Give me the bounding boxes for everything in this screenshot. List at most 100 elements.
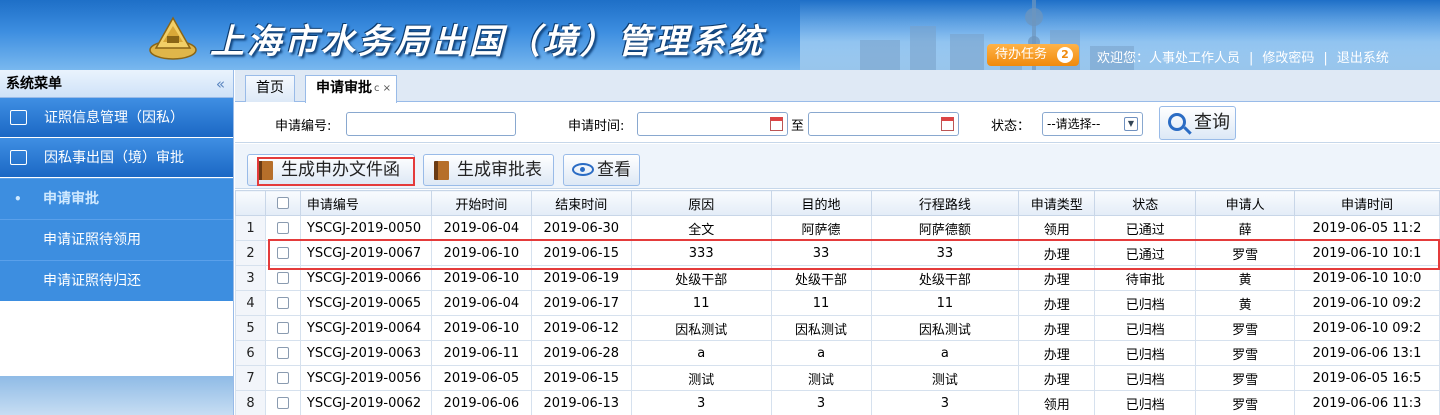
system-title: 上海市水务局出国（境）管理系统 [210, 22, 765, 62]
cell-reason: 测试 [630, 365, 772, 391]
cell-id: YSCGJ-2019-0066 [299, 265, 432, 291]
cell-end: 2019-06-19 [530, 265, 632, 291]
tab-application-approval[interactable]: 申请审批 c × [305, 75, 397, 103]
time-from-input[interactable] [637, 112, 788, 136]
cell-id: YSCGJ-2019-0064 [299, 315, 432, 341]
column-header[interactable]: 状态 [1094, 190, 1197, 216]
column-header[interactable]: 申请时间 [1294, 190, 1440, 216]
calendar-icon[interactable] [770, 117, 783, 131]
cell-route: 33 [870, 240, 1020, 266]
cell-route: 阿萨德额 [870, 215, 1020, 241]
cell-end: 2019-06-30 [530, 215, 632, 241]
link-separator: | [1249, 51, 1254, 66]
cell-reason: 因私测试 [630, 315, 772, 341]
app-header: 上海市水务局出国（境）管理系统 待办任务 2 欢迎您：人事处工作人员 | 修改密码 |… [0, 0, 1440, 70]
cell-applicant: 罗雪 [1195, 340, 1296, 366]
cell-applicant: 黄 [1195, 265, 1296, 291]
cell-start: 2019-06-10 [430, 265, 532, 291]
change-password-link[interactable]: 修改密码 [1262, 47, 1314, 66]
cell-id: YSCGJ-2019-0056 [299, 365, 432, 391]
column-header[interactable]: 行程路线 [870, 190, 1020, 216]
cell-start: 2019-06-11 [430, 340, 532, 366]
sidebar-group-private-travel[interactable]: 因私事出国（境）审批 [0, 138, 233, 178]
sidebar-group-license-info[interactable]: 证照信息管理（因私） [0, 98, 233, 138]
row-number: 3 [235, 265, 266, 291]
calendar-icon[interactable] [941, 117, 954, 131]
row-checkbox[interactable] [264, 365, 301, 391]
query-button[interactable]: 查询 [1159, 106, 1236, 140]
generate-letter-button[interactable]: 生成申办文件函 [247, 154, 415, 186]
cell-status: 已归档 [1094, 365, 1197, 391]
eye-icon [572, 163, 594, 176]
application-time-label: 申请时间: [568, 119, 625, 134]
generate-form-label: 生成审批表 [457, 160, 542, 180]
tab-label: 申请审批 [316, 80, 372, 96]
generate-form-button[interactable]: 生成审批表 [423, 154, 554, 186]
table-row[interactable]: 1 YSCGJ-2019-0050 2019-06-04 2019-06-30 全文 阿萨… [235, 215, 1440, 241]
column-header[interactable]: 开始时间 [430, 190, 532, 216]
cell-status: 已归档 [1094, 390, 1197, 415]
sidebar-filler [0, 376, 233, 415]
cell-id: YSCGJ-2019-0050 [299, 215, 432, 241]
column-header[interactable]: 申请编号 [299, 190, 432, 216]
tab-refresh-close-icon[interactable]: c × [374, 76, 391, 101]
tab-home[interactable]: 首页 [245, 75, 295, 102]
status-select-value: --请选择-- [1047, 117, 1101, 131]
table-row[interactable]: 6 YSCGJ-2019-0063 2019-06-11 2019-06-28 a a a 办… [235, 340, 1440, 366]
sidebar-title: 系统菜单 [6, 76, 62, 92]
row-checkbox[interactable] [264, 215, 301, 241]
cell-time: 2019-06-10 10:0 [1294, 265, 1440, 291]
column-header[interactable]: 结束时间 [530, 190, 632, 216]
row-checkbox[interactable] [264, 290, 301, 316]
action-toolbar: 生成申办文件函 生成审批表 查看 [235, 144, 1440, 189]
cell-route: 因私测试 [870, 315, 1020, 341]
select-all-checkbox[interactable] [264, 190, 301, 216]
table-row[interactable]: 8 YSCGJ-2019-0062 2019-06-06 2019-06-13 3 3 3 领… [235, 390, 1440, 415]
cell-status: 待审批 [1094, 265, 1197, 291]
table-row[interactable]: 7 YSCGJ-2019-0056 2019-06-05 2019-06-15 测试 测试… [235, 365, 1440, 391]
column-header[interactable]: 申请人 [1195, 190, 1296, 216]
row-checkbox[interactable] [264, 240, 301, 266]
cell-id: YSCGJ-2019-0065 [299, 290, 432, 316]
application-no-input[interactable] [346, 112, 516, 136]
row-checkbox[interactable] [264, 340, 301, 366]
cell-time: 2019-06-10 10:1 [1294, 240, 1440, 266]
cell-route: 11 [870, 290, 1020, 316]
tab-bar: 首页 申请审批 c × [235, 70, 1440, 103]
sidebar: 系统菜单 « 证照信息管理（因私） 因私事出国（境）审批 • 申请审批 申请证照… [0, 70, 234, 415]
table-row[interactable]: 3 YSCGJ-2019-0066 2019-06-10 2019-06-19 处级干部… [235, 265, 1440, 291]
cell-type: 办理 [1018, 290, 1096, 316]
status-select[interactable]: --请选择-- ▼ [1042, 112, 1143, 136]
cell-route: 3 [870, 390, 1020, 415]
cell-status: 已通过 [1094, 240, 1197, 266]
sidebar-item-pending-collection[interactable]: 申请证照待领用 [0, 219, 233, 260]
cell-type: 领用 [1018, 390, 1096, 415]
row-checkbox[interactable] [264, 265, 301, 291]
cell-time: 2019-06-05 16:5 [1294, 365, 1440, 391]
column-header[interactable]: 申请类型 [1018, 190, 1096, 216]
collapse-icon[interactable]: « [216, 70, 225, 98]
sidebar-item-pending-return[interactable]: 申请证照待归还 [0, 260, 233, 301]
cell-route: a [870, 340, 1020, 366]
table-row[interactable]: 5 YSCGJ-2019-0064 2019-06-10 2019-06-12 因私测试… [235, 315, 1440, 341]
row-checkbox[interactable] [264, 315, 301, 341]
cell-dest: 因私测试 [770, 315, 872, 341]
logout-link[interactable]: 退出系统 [1337, 47, 1389, 66]
column-header[interactable]: 目的地 [770, 190, 872, 216]
row-number-header [235, 190, 266, 216]
table-row[interactable]: 2 YSCGJ-2019-0067 2019-06-10 2019-06-15 333 3… [235, 240, 1440, 266]
view-button[interactable]: 查看 [563, 154, 640, 186]
application-no-label: 申请编号: [275, 119, 332, 134]
time-to-input[interactable] [808, 112, 959, 136]
sidebar-item-application-approval[interactable]: • 申请审批 [0, 178, 233, 219]
cell-reason: 11 [630, 290, 772, 316]
column-header[interactable]: 原因 [630, 190, 772, 216]
query-button-label: 查询 [1194, 112, 1230, 133]
table-row[interactable]: 4 YSCGJ-2019-0065 2019-06-04 2019-06-17 11 11… [235, 290, 1440, 316]
row-checkbox[interactable] [264, 390, 301, 415]
cell-type: 办理 [1018, 340, 1096, 366]
cell-start: 2019-06-05 [430, 365, 532, 391]
cell-time: 2019-06-06 11:3 [1294, 390, 1440, 415]
seal-logo-icon [149, 16, 197, 60]
todo-tasks-button[interactable]: 待办任务 2 [987, 44, 1079, 66]
